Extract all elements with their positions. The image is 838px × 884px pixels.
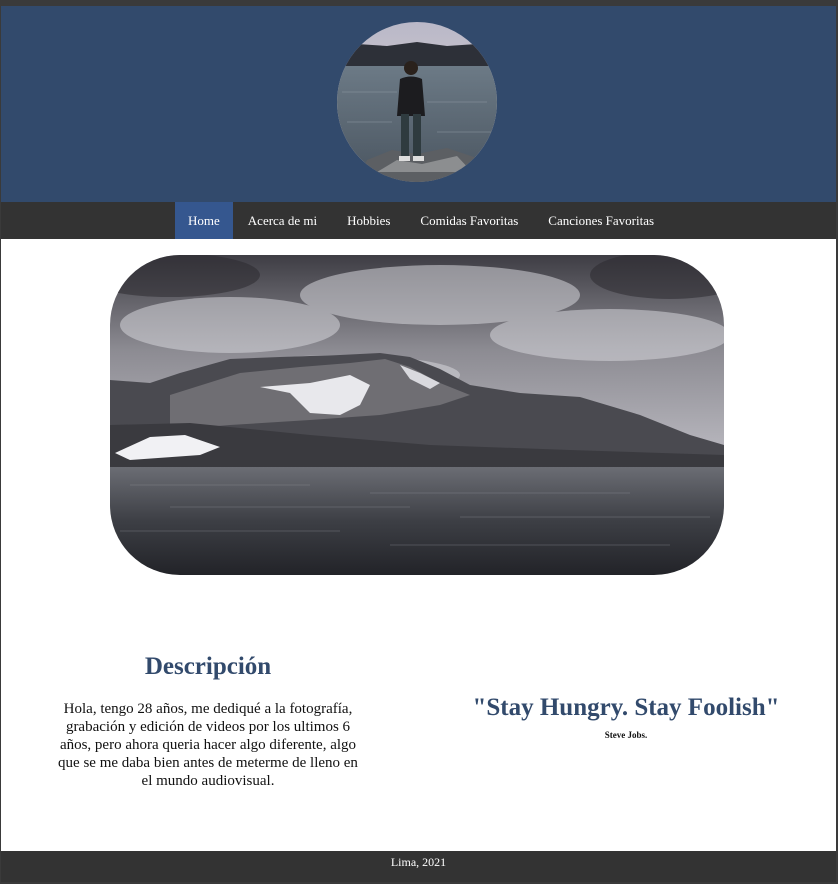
- page-footer: Lima, 2021: [1, 851, 836, 882]
- nav-item-hobbies[interactable]: Hobbies: [332, 202, 405, 239]
- footer-text: Lima, 2021: [390, 855, 447, 869]
- nav-item-canciones[interactable]: Canciones Favoritas: [533, 202, 669, 239]
- nav-item-home[interactable]: Home: [175, 202, 233, 239]
- page-frame: Home Acerca de mi Hobbies Comidas Favori…: [1, 6, 836, 882]
- profile-photo: [337, 22, 497, 182]
- hero-landscape-image: [110, 255, 724, 575]
- quote-section: "Stay Hungry. Stay Foolish" Steve Jobs.: [441, 692, 811, 740]
- description-title: Descripción: [144, 653, 272, 680]
- nav-item-comidas[interactable]: Comidas Favoritas: [405, 202, 533, 239]
- nav-item-acerca[interactable]: Acerca de mi: [233, 202, 332, 239]
- description-body: Hola, tengo 28 años, me dediqué a la fot…: [58, 701, 358, 789]
- quote-text: "Stay Hungry. Stay Foolish": [472, 694, 780, 721]
- header-banner: [1, 6, 836, 202]
- quote-author: Steve Jobs.: [604, 730, 648, 740]
- nav-items: Home Acerca de mi Hobbies Comidas Favori…: [175, 202, 669, 239]
- main-nav: Home Acerca de mi Hobbies Comidas Favori…: [1, 202, 836, 239]
- description-section: Descripción Hola, tengo 28 años, me dedi…: [56, 651, 360, 790]
